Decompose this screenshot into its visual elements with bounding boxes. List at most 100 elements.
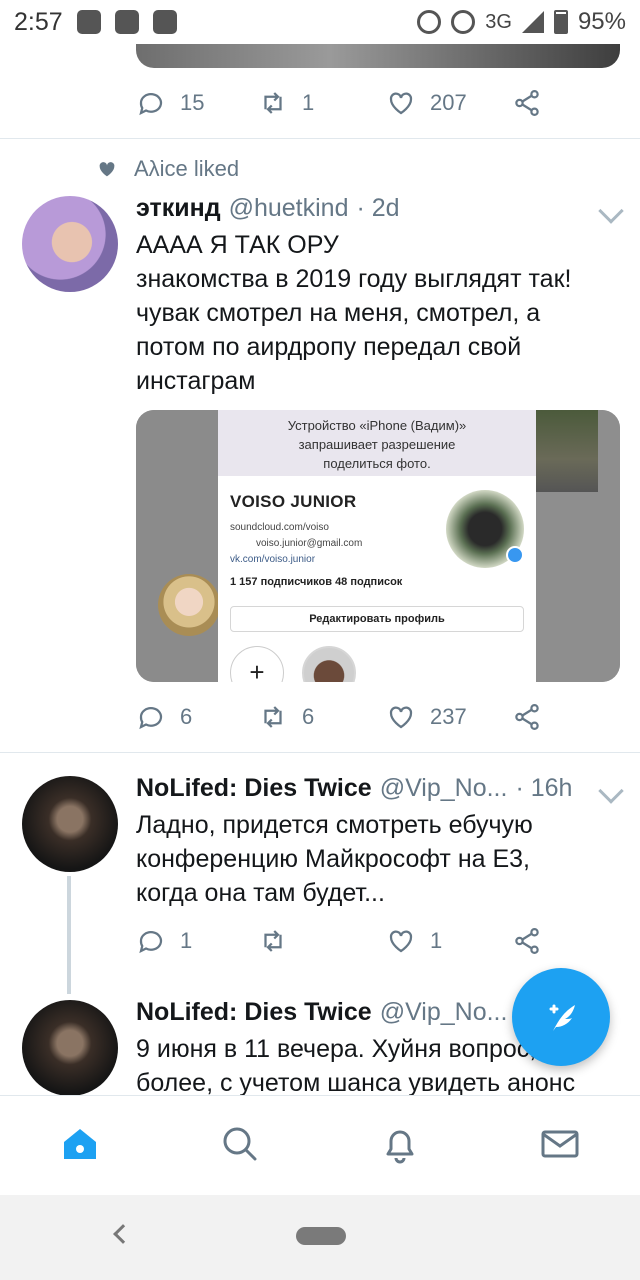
profile-stats: 1 157 подписчиков 48 подписок: [230, 576, 403, 588]
retweet-button[interactable]: 6: [258, 702, 314, 732]
tiktok-icon: [76, 10, 101, 34]
tab-notifications[interactable]: [378, 1122, 422, 1166]
search-icon: [223, 1127, 257, 1161]
timestamp: · 2d: [356, 194, 400, 222]
reply-button[interactable]: 15: [136, 88, 204, 118]
share-icon: [515, 928, 539, 954]
display-name[interactable]: эткинд: [136, 194, 221, 223]
edit-profile-button: Редактировать профиль: [230, 606, 524, 632]
prev-tweet-actions: 15 1 207: [136, 88, 620, 124]
handle[interactable]: @Vip_No...: [380, 998, 508, 1027]
social-context-text: Aλice liked: [134, 156, 240, 181]
prev-tweet-media[interactable]: [136, 44, 620, 68]
reply-count: 15: [180, 90, 205, 115]
tweet-header: NoLifed: Dies Twice @Vip_No...: [136, 998, 507, 1027]
tweet-line: конференцию Майкрософт на Е3,: [136, 845, 530, 873]
profile-link: soundcloud.com/voiso: [230, 522, 329, 533]
system-navigation-bar: [0, 1195, 640, 1280]
like-button[interactable]: 1: [386, 926, 442, 956]
chevron-down-icon[interactable]: [598, 198, 624, 224]
tweet-line: инстаграм: [136, 367, 256, 395]
retweet-button[interactable]: [258, 926, 302, 956]
social-context: Aλice liked: [96, 156, 239, 182]
tab-messages[interactable]: [538, 1122, 582, 1166]
media-avatar: [158, 574, 220, 636]
reply-count: 6: [180, 704, 193, 729]
story-highlight: [302, 646, 356, 682]
share-icon: [515, 704, 539, 730]
home-icon: [64, 1129, 96, 1159]
battery-icon: [553, 10, 568, 34]
tweet-line: потом по аирдропу передал свой: [136, 333, 522, 361]
media-background: [136, 410, 218, 682]
display-name[interactable]: NoLifed: Dies Twice: [136, 998, 372, 1027]
tweet-line: более, с учетом шанса увидеть анонс: [136, 1069, 576, 1095]
tweet-text: АААА Я ТАК ОРУ знакомства в 2019 году вы…: [136, 228, 626, 398]
share-button[interactable]: [512, 926, 542, 956]
status-time: 2:57: [14, 7, 63, 36]
bell-icon: [386, 1130, 414, 1164]
tweet-actions: 1 1: [136, 926, 620, 962]
profile-email: voiso.junior@gmail.com: [256, 538, 363, 549]
tweet-divider: [0, 752, 640, 753]
tab-home[interactable]: [58, 1122, 102, 1166]
like-button[interactable]: 207: [386, 88, 467, 118]
tweet-media-image[interactable]: Устройство «iPhone (Вадим)» запрашивает …: [136, 410, 620, 682]
like-count: 1: [430, 928, 443, 953]
tweet-divider: [0, 138, 640, 139]
timeline[interactable]: 15 1 207 Aλice liked эткинд @huetkind · …: [0, 44, 640, 1095]
back-icon[interactable]: [113, 1224, 133, 1244]
status-bar: 2:57 3G 95%: [0, 0, 640, 44]
handle[interactable]: @huetkind: [229, 194, 349, 223]
airdrop-banner: Устройство «iPhone (Вадим)» запрашивает …: [218, 410, 536, 476]
like-count: 207: [430, 90, 467, 115]
avatar[interactable]: [22, 1000, 118, 1095]
news-icon: [152, 10, 177, 34]
reply-count: 1: [180, 928, 193, 953]
avatar[interactable]: [22, 196, 118, 292]
reply-icon: [139, 93, 163, 116]
share-icon: [515, 90, 539, 116]
retweet-icon: [264, 930, 282, 952]
like-button[interactable]: 237: [386, 702, 467, 732]
home-pill[interactable]: [296, 1227, 346, 1245]
tweet-text: Ладно, придется смотреть ебучую конферен…: [136, 808, 626, 910]
tweet-line: когда она там будет...: [136, 879, 385, 907]
banner-line: Устройство «iPhone (Вадим)»: [287, 418, 467, 433]
reply-icon: [139, 707, 163, 730]
compose-tweet-button[interactable]: [512, 968, 610, 1066]
reply-icon: [139, 931, 163, 954]
tweet-actions: 6 6 237: [136, 702, 620, 738]
like-count: 237: [430, 704, 467, 729]
heart-icon: [389, 930, 413, 953]
profile-vk-link: vk.com/voiso.junior: [230, 554, 316, 565]
story-add: +: [230, 646, 284, 682]
display-name[interactable]: NoLifed: Dies Twice: [136, 774, 372, 803]
alarm-icon: [417, 10, 442, 34]
banner-line: поделиться фото.: [323, 456, 431, 471]
reply-button[interactable]: 6: [136, 702, 192, 732]
heart-icon: [389, 706, 413, 729]
timestamp: · 16h: [515, 774, 573, 802]
signal-icon: [521, 11, 544, 33]
tweet-line: Ладно, придется смотреть ебучую: [136, 811, 533, 839]
media-photo: [536, 410, 598, 492]
share-button[interactable]: [512, 702, 542, 732]
retweet-icon: [264, 706, 282, 728]
tweet-header: NoLifed: Dies Twice @Vip_No... · 16h: [136, 774, 572, 803]
instagram-screenshot: Устройство «iPhone (Вадим)» запрашивает …: [218, 410, 536, 682]
retweet-button[interactable]: 1: [258, 88, 314, 118]
bottom-tab-bar: [0, 1095, 640, 1195]
chevron-down-icon[interactable]: [598, 778, 624, 804]
mail-icon: [541, 1130, 579, 1158]
compose-feather-icon: [549, 1004, 575, 1031]
gallery-icon: [114, 10, 139, 34]
handle[interactable]: @Vip_No...: [380, 774, 508, 803]
battery-level: 95%: [577, 8, 626, 35]
profile-name: VOISO JUNIOR: [230, 492, 357, 511]
share-button[interactable]: [512, 88, 542, 118]
avatar[interactable]: [22, 776, 118, 872]
reply-button[interactable]: 1: [136, 926, 192, 956]
tab-search[interactable]: [218, 1122, 262, 1166]
retweet-icon: [264, 92, 282, 114]
